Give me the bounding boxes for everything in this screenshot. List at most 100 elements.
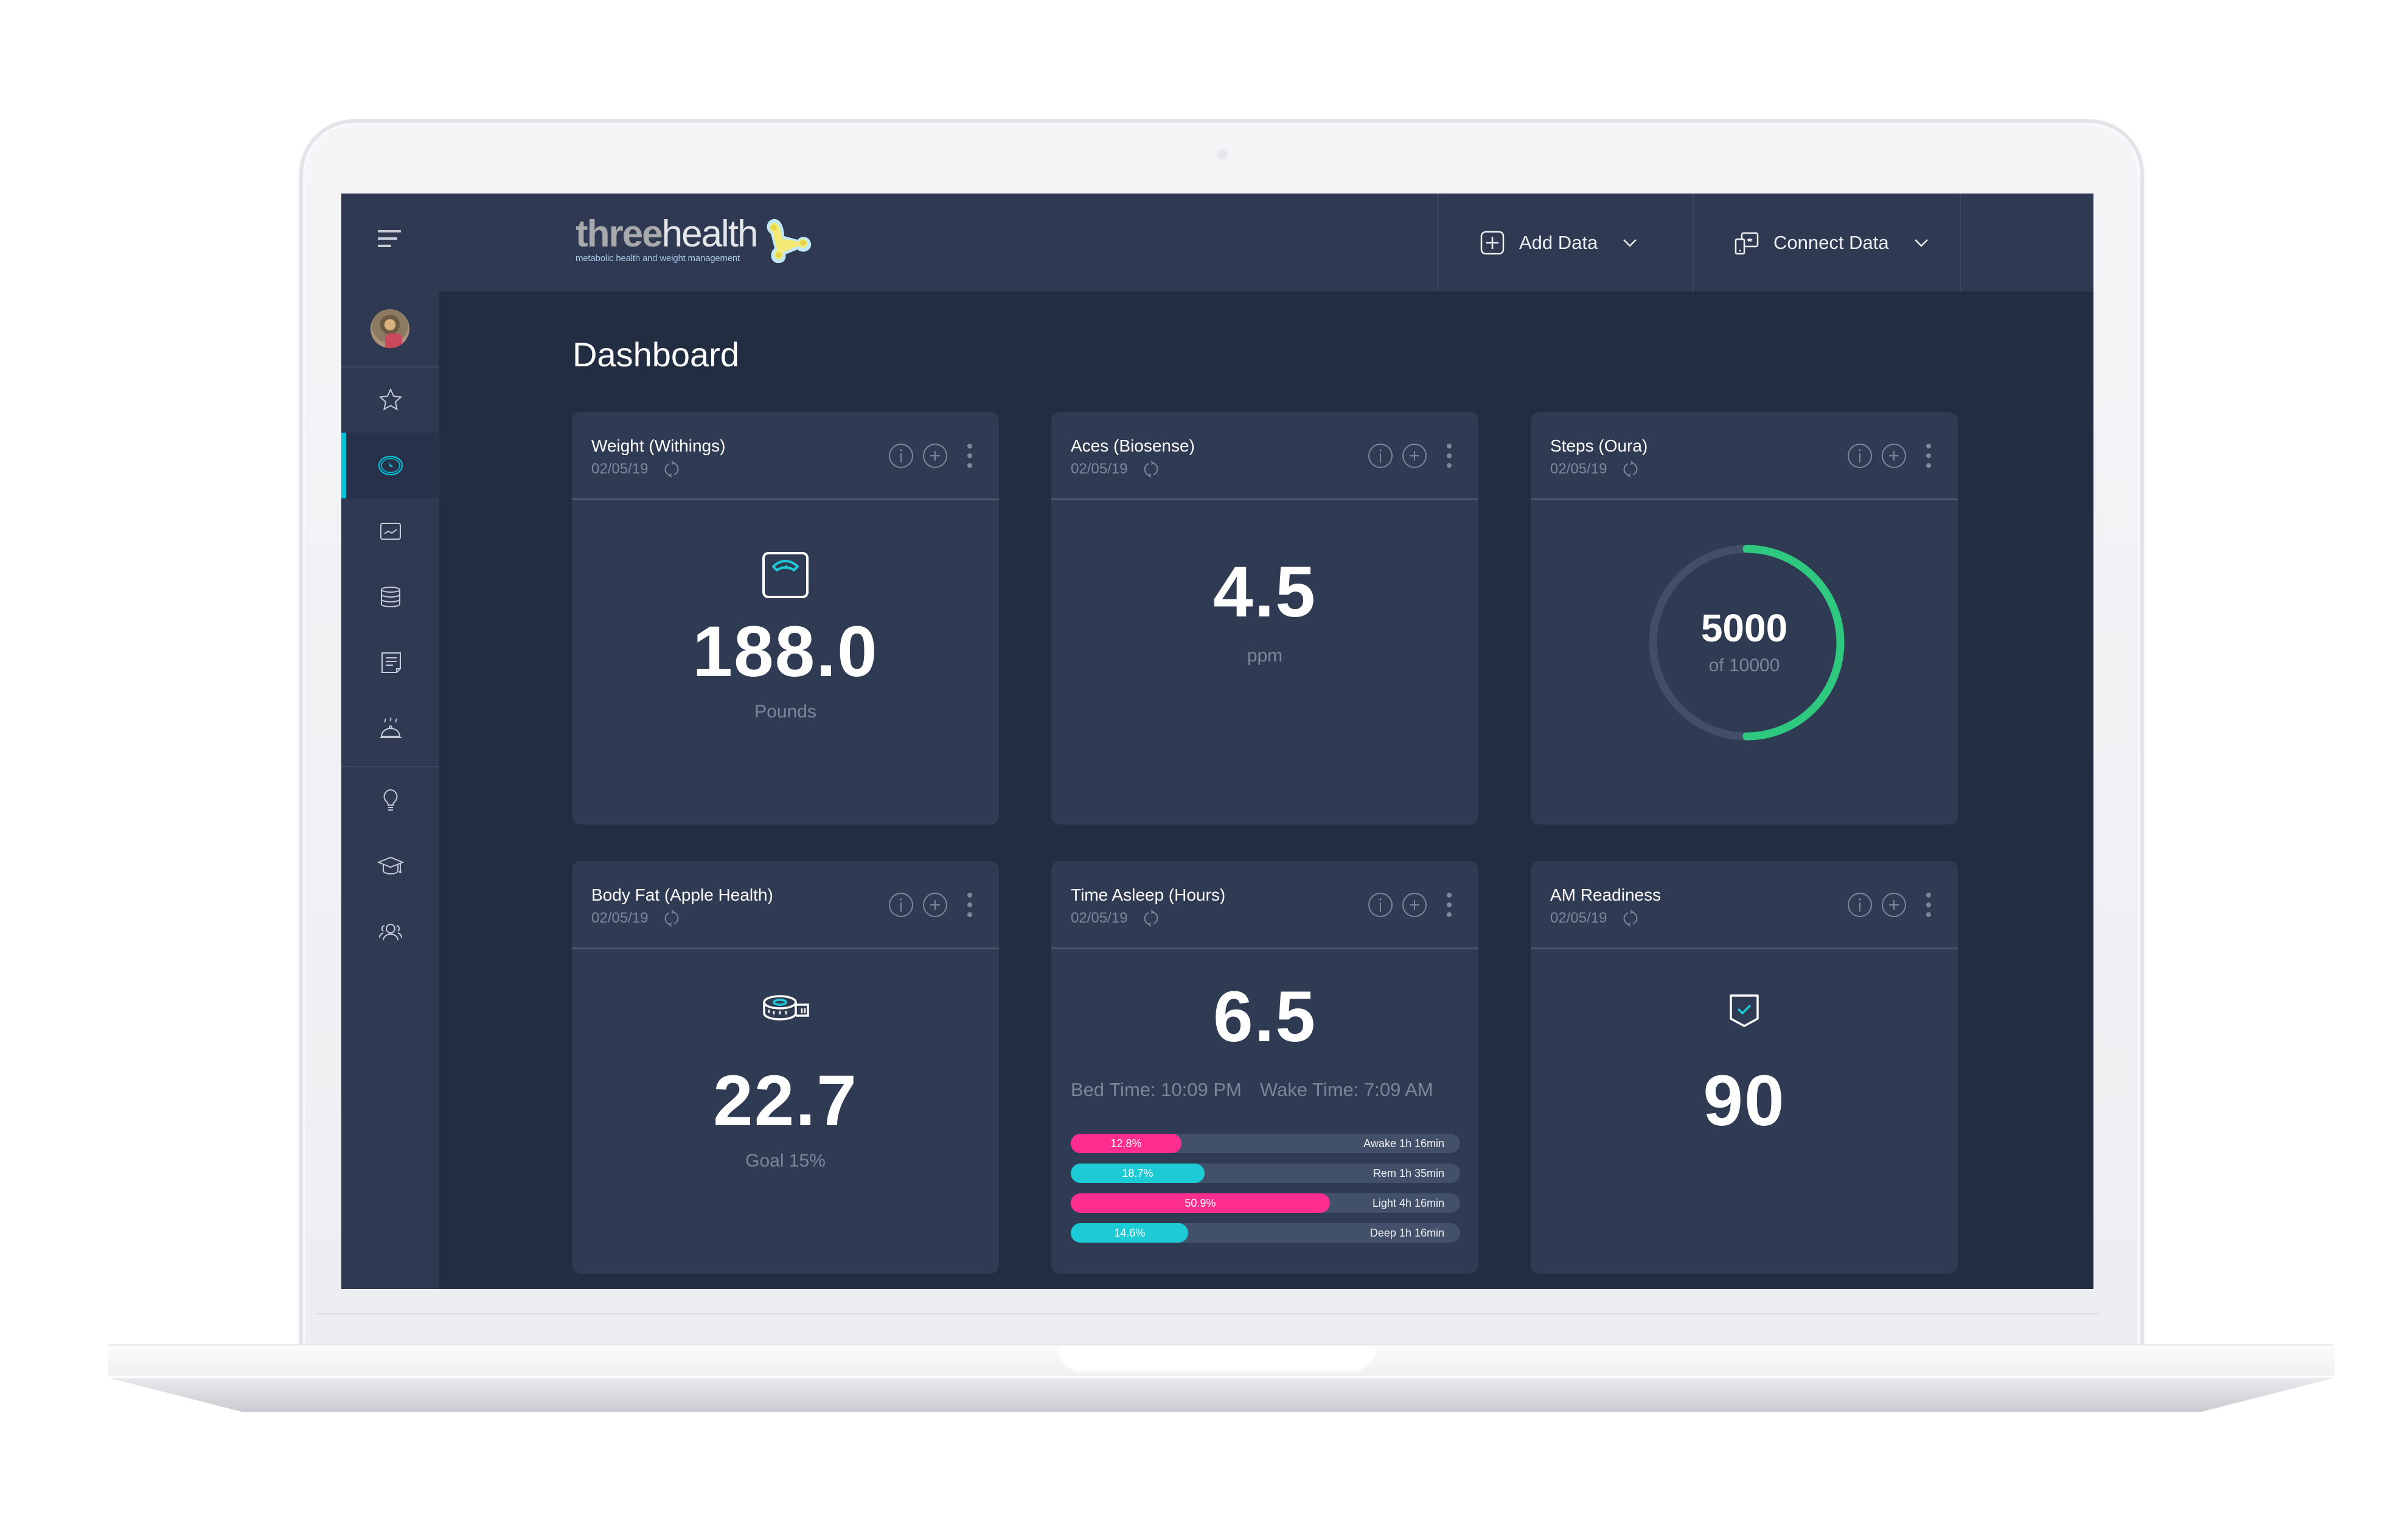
more-options-icon[interactable]: [965, 442, 975, 469]
card-date: 02/05/19: [1071, 910, 1159, 927]
card-date: 02/05/19: [1071, 461, 1159, 478]
add-entry-icon[interactable]: [1881, 443, 1907, 469]
laptop-camera: [1216, 148, 1229, 161]
sidebar-item-dashboard[interactable]: [341, 433, 439, 498]
more-options-icon[interactable]: [965, 892, 975, 918]
sidebar: [341, 291, 439, 1289]
info-icon[interactable]: [888, 892, 914, 918]
sidebar-item-meals[interactable]: [341, 696, 439, 761]
chevron-down-icon: [1623, 239, 1637, 247]
more-options-icon[interactable]: [1924, 442, 1933, 469]
more-options-icon[interactable]: [1924, 892, 1933, 918]
add-entry-icon[interactable]: [922, 443, 948, 469]
info-icon[interactable]: [1847, 892, 1873, 918]
sync-icon[interactable]: [1623, 910, 1638, 927]
sidebar-item-trends[interactable]: [341, 498, 439, 564]
sidebar-item-data[interactable]: [341, 564, 439, 630]
body-fat-value: 22.7: [713, 1061, 858, 1141]
card-date: 02/05/19: [1550, 910, 1638, 927]
card-body-fat: Body Fat (Apple Health) 02/05/19 22.7 Go…: [572, 861, 999, 1274]
chevron-down-icon: [1914, 239, 1928, 247]
add-entry-icon[interactable]: [1402, 892, 1427, 918]
add-entry-icon[interactable]: [1881, 892, 1907, 918]
shield-check-icon: [1730, 994, 1759, 1027]
add-entry-icon[interactable]: [1402, 443, 1427, 469]
card-steps: Steps (Oura) 02/05/19 5000 of 10000: [1531, 412, 1958, 825]
sleep-hours-value: 6.5: [1213, 977, 1317, 1057]
hamburger-menu-icon[interactable]: [378, 230, 402, 252]
card-weight: Weight (Withings) 02/05/19 188.0 Pounds: [572, 412, 999, 825]
add-data-label: Add Data: [1519, 231, 1598, 253]
connected-devices-icon: [1735, 232, 1759, 254]
card-date-text: 02/05/19: [1071, 461, 1128, 477]
sync-icon[interactable]: [1623, 461, 1638, 478]
card-header: Aces (Biosense) 02/05/19: [1051, 412, 1478, 500]
molecule-logo-icon: [767, 218, 811, 263]
laptop-base-underside: [108, 1378, 2335, 1412]
laptop-chin-line: [316, 1313, 2099, 1314]
brand-tagline: metabolic health and weight management: [576, 253, 740, 263]
users-icon: [378, 924, 402, 941]
sleep-times: Bed Time: 10:09 PM Wake Time: 7:09 AM: [1071, 1079, 1466, 1101]
sleep-stage-bar: 50.9% Light 4h 16min: [1071, 1193, 1460, 1213]
scale-icon: [762, 552, 809, 598]
header-divider: [1693, 194, 1694, 291]
header-divider: [1960, 194, 1961, 291]
info-icon[interactable]: [1368, 892, 1393, 918]
card-date-text: 02/05/19: [1550, 461, 1607, 477]
info-icon[interactable]: [1368, 443, 1393, 469]
weight-unit: Pounds: [754, 702, 816, 722]
info-icon[interactable]: [1847, 443, 1873, 469]
sleep-stage-fill: 18.7%: [1071, 1164, 1205, 1183]
card-date-text: 02/05/19: [1071, 910, 1128, 926]
sleep-stage-fill: 14.6%: [1071, 1223, 1189, 1243]
body-fat-goal: Goal 15%: [745, 1151, 826, 1171]
card-header: Body Fat (Apple Health) 02/05/19: [572, 861, 999, 949]
sleep-stage-bar: 18.7% Rem 1h 35min: [1071, 1164, 1460, 1183]
user-avatar[interactable]: [371, 309, 409, 348]
card-date-text: 02/05/19: [1550, 910, 1607, 926]
brand-name-light: health: [661, 213, 759, 255]
card-date-text: 02/05/19: [591, 461, 649, 477]
connect-data-button[interactable]: Connect Data: [1733, 194, 1929, 291]
star-icon: [378, 388, 402, 411]
sleep-stage-label: Rem 1h 35min: [1373, 1167, 1444, 1179]
sidebar-item-notes[interactable]: [341, 630, 439, 696]
sleep-stage-fill: 50.9%: [1071, 1193, 1330, 1213]
app-screen: threehealth metabolic health and weight …: [341, 194, 2093, 1289]
bed-time: Bed Time: 10:09 PM: [1071, 1079, 1242, 1100]
more-options-icon[interactable]: [1444, 892, 1454, 918]
card-title: Time Asleep (Hours): [1071, 885, 1226, 904]
card-date: 02/05/19: [591, 461, 680, 478]
add-data-button[interactable]: Add Data: [1479, 194, 1638, 291]
sync-icon[interactable]: [664, 461, 680, 478]
sync-icon[interactable]: [1143, 910, 1159, 927]
steps-goal: of 10000: [1708, 655, 1780, 675]
add-entry-icon[interactable]: [922, 892, 948, 918]
sidebar-item-community[interactable]: [341, 899, 439, 965]
sync-icon[interactable]: [664, 910, 680, 927]
sidebar-item-favorites[interactable]: [341, 367, 439, 433]
sleep-stage-bar: 12.8% Awake 1h 16min: [1071, 1134, 1460, 1153]
brand-logo[interactable]: threehealth metabolic health and weight …: [576, 215, 815, 270]
top-bar: threehealth metabolic health and weight …: [341, 194, 2093, 291]
readiness-value: 90: [1703, 1061, 1786, 1141]
plus-square-icon: [1480, 231, 1505, 254]
info-icon[interactable]: [888, 443, 914, 469]
sidebar-item-insights[interactable]: [341, 767, 439, 833]
card-header: Weight (Withings) 02/05/19: [572, 412, 999, 500]
sidebar-item-learn[interactable]: [341, 833, 439, 899]
card-title: Body Fat (Apple Health): [591, 885, 773, 904]
aces-value: 4.5: [1213, 552, 1317, 632]
steps-value: 5000: [1700, 606, 1788, 650]
sleep-stage-label: Deep 1h 16min: [1369, 1227, 1444, 1239]
sync-icon[interactable]: [1143, 461, 1159, 478]
database-icon: [380, 587, 400, 608]
connect-data-label: Connect Data: [1773, 231, 1889, 253]
laptop-base-notch: [1057, 1346, 1376, 1373]
brand-name-bold: three: [576, 213, 663, 255]
more-options-icon[interactable]: [1444, 442, 1454, 469]
card-date: 02/05/19: [1550, 461, 1638, 478]
food-cloche-icon: [379, 717, 402, 738]
card-date: 02/05/19: [591, 910, 680, 927]
